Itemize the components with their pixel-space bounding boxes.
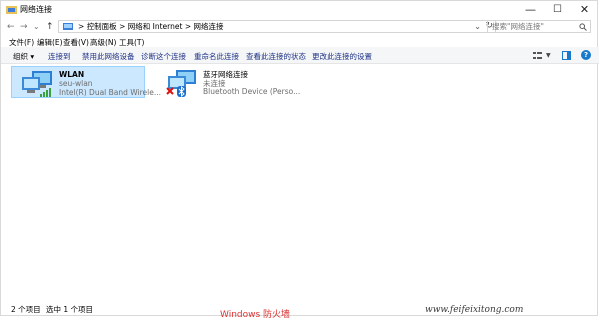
view-status-button[interactable]: 查看此连接的状态	[246, 51, 306, 62]
breadcrumb-network-internet[interactable]: 网络和 Internet	[128, 22, 183, 31]
up-button[interactable]: ↑	[46, 21, 54, 33]
overlay-red-text: Windows 防火墙	[220, 310, 291, 320]
organize-button[interactable]: 组织 ▾	[13, 51, 34, 62]
watermark-text: www.feifeixitong.com	[425, 305, 524, 315]
breadcrumb-sep: >	[119, 22, 126, 31]
connection-device: Intel(R) Dual Band Wirele...	[59, 88, 162, 97]
explorer-window: 网络连接 — ☐ ✕ ← → ⌄ ↑ > 控制面板 > 网络和 Internet…	[0, 0, 599, 316]
connections-list: WLAN seu-wlan Intel(R) Dual Band Wirele.…	[1, 64, 599, 299]
connection-device: Bluetooth Device (Perso...	[203, 87, 301, 96]
menu-bar: 文件(F) 编辑(E) 查看(V) 高级(N) 工具(T)	[1, 36, 599, 47]
item-count: 2 个项目	[11, 305, 41, 314]
window-title: 网络连接	[20, 5, 52, 14]
breadcrumb-sep: >	[184, 22, 192, 31]
change-settings-button[interactable]: 更改此连接的设置	[312, 51, 372, 62]
connection-network: seu-wlan	[59, 79, 93, 88]
connection-item-bluetooth[interactable]: 蓝牙网络连接 未连接 Bluetooth Device (Perso...	[156, 66, 300, 98]
search-box[interactable]: 搜索"网络连接"	[487, 20, 591, 33]
wifi-adapter-icon	[22, 71, 52, 97]
change-view-icon[interactable]	[533, 51, 542, 60]
close-button[interactable]: ✕	[571, 1, 598, 19]
disable-device-button[interactable]: 禁用此网络设备	[82, 51, 135, 62]
connection-name: WLAN	[59, 70, 85, 79]
address-row: ← → ⌄ ↑ > 控制面板 > 网络和 Internet > 网络连接 ⌄ ↻…	[1, 19, 599, 35]
selected-count: 选中 1 个项目	[46, 305, 94, 314]
maximize-button[interactable]: ☐	[544, 1, 571, 19]
command-bar: 组织 ▾ 连接到 禁用此网络设备 诊断这个连接 重命名此连接 查看此连接的状态 …	[1, 47, 599, 64]
search-placeholder: 搜索"网络连接"	[492, 22, 544, 31]
breadcrumb: > 控制面板 > 网络和 Internet > 网络连接	[78, 22, 224, 32]
back-button[interactable]: ←	[7, 21, 15, 33]
forward-button[interactable]: →	[20, 21, 28, 33]
rename-button[interactable]: 重命名此连接	[194, 51, 239, 62]
network-folder-icon	[6, 6, 17, 14]
connection-item-wlan[interactable]: WLAN seu-wlan Intel(R) Dual Band Wirele.…	[11, 66, 161, 98]
address-dropdown-button[interactable]: ⌄	[474, 21, 481, 32]
preview-pane-icon[interactable]	[562, 51, 571, 60]
connect-to-button[interactable]: 连接到	[48, 51, 71, 62]
search-icon	[579, 23, 587, 31]
view-dropdown-icon[interactable]: ▼	[546, 52, 551, 59]
bluetooth-adapter-icon	[166, 70, 196, 98]
breadcrumb-network-connections[interactable]: 网络连接	[194, 22, 224, 31]
minimize-button[interactable]: —	[517, 1, 544, 19]
recent-locations-button[interactable]: ⌄	[33, 21, 40, 33]
address-bar[interactable]: > 控制面板 > 网络和 Internet > 网络连接 ⌄ ↻	[58, 20, 496, 33]
breadcrumb-control-panel[interactable]: 控制面板	[87, 22, 117, 31]
control-panel-icon	[63, 23, 73, 30]
breadcrumb-sep: >	[78, 22, 85, 31]
help-button[interactable]: ?	[581, 50, 591, 60]
diagnose-button[interactable]: 诊断这个连接	[141, 51, 186, 62]
title-bar: 网络连接 — ☐ ✕	[1, 1, 599, 19]
